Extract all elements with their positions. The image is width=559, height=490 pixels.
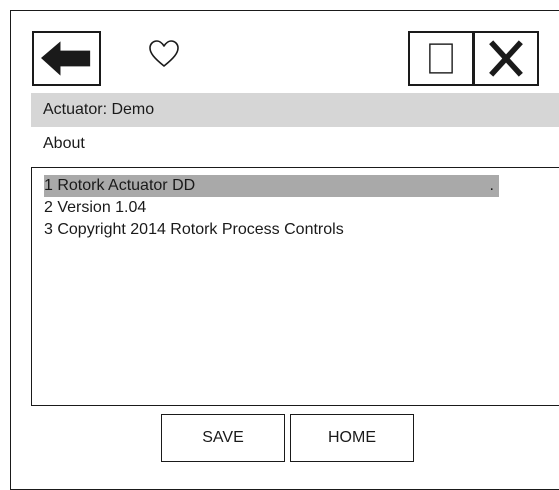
list-item-label: 3 Copyright 2014 Rotork Process Controls	[44, 221, 344, 238]
left-arrow-icon	[41, 41, 91, 76]
list-item-label: 1 Rotork Actuator DD	[44, 177, 196, 194]
list-item-product[interactable]: 1 Rotork Actuator DD .	[44, 175, 499, 197]
list-item-suffix: .	[489, 177, 494, 194]
actuator-title-bar: Actuator: Demo	[31, 93, 559, 127]
section-label: About	[43, 135, 85, 152]
save-button[interactable]: SAVE	[161, 414, 285, 462]
close-button[interactable]	[473, 31, 539, 86]
window-button[interactable]	[408, 31, 474, 86]
square-outline-icon	[429, 43, 453, 74]
back-button[interactable]	[32, 31, 101, 86]
actuator-title: Actuator: Demo	[43, 101, 155, 118]
list-item-copyright[interactable]: 3 Copyright 2014 Rotork Process Controls	[44, 219, 344, 241]
heart-outline-icon	[149, 40, 179, 67]
about-list: 1 Rotork Actuator DD . 2 Version 1.04 3 …	[31, 167, 559, 406]
list-item-label: 2 Version 1.04	[44, 199, 147, 216]
favorite-button[interactable]	[146, 36, 182, 72]
list-item-version[interactable]: 2 Version 1.04	[44, 197, 146, 219]
close-x-icon	[489, 40, 523, 77]
home-button[interactable]: HOME	[290, 414, 414, 462]
